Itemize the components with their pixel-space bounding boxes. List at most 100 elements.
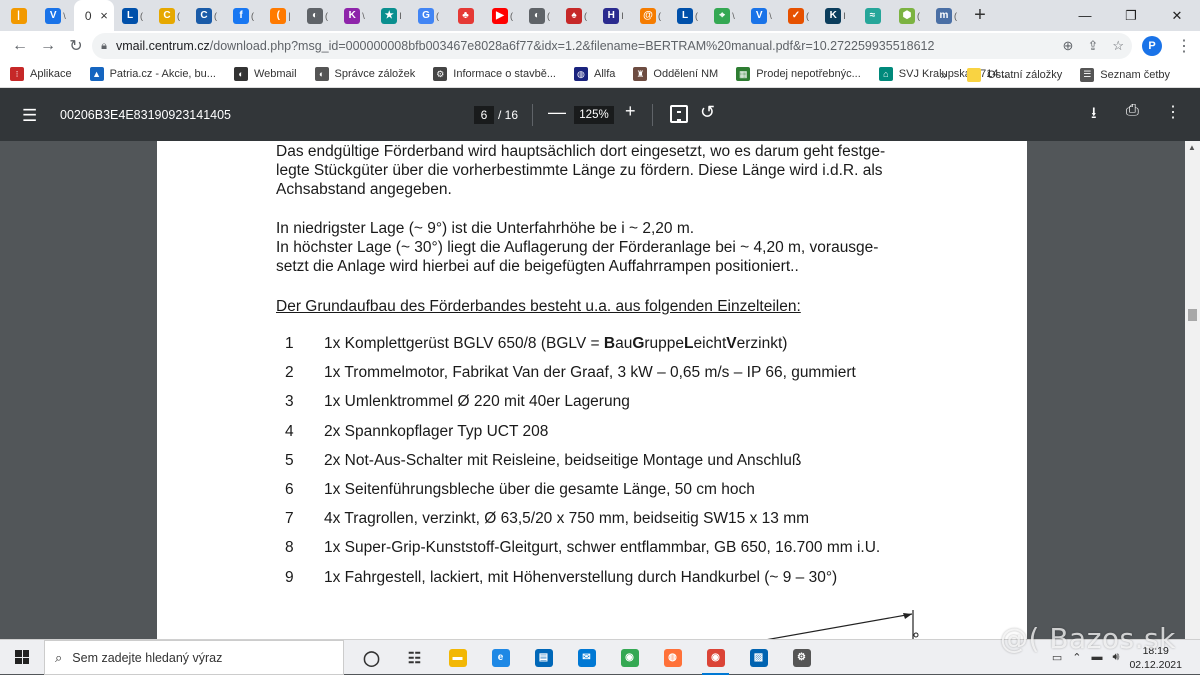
bookmark-star-icon[interactable]: ☆ <box>1112 38 1124 54</box>
bookmark-item[interactable]: ♜ Oddělení NM <box>633 67 718 81</box>
browser-tab[interactable]: ◐( <box>299 0 336 31</box>
forward-button[interactable]: → <box>34 32 62 60</box>
bookmark-item[interactable]: ▦ Prodej nepotřebnýc... <box>736 67 861 81</box>
browser-tab[interactable]: L( <box>669 0 706 31</box>
clock[interactable]: 18:19 02.12.2021 <box>1129 644 1182 672</box>
share-icon[interactable]: ⇪ <box>1087 38 1098 54</box>
bookmark-item[interactable]: ⚙ Informace o stavbě... <box>433 67 556 81</box>
notification-icon[interactable]: ▭ <box>1052 651 1062 664</box>
taskbar-store-button[interactable]: ▤ <box>522 640 565 675</box>
tab-title-fragment: I <box>399 10 402 21</box>
browser-tab[interactable]: ▶( <box>484 0 521 31</box>
browser-tab[interactable]: f( <box>225 0 262 31</box>
taskbar-chrome-button[interactable]: ◉ <box>608 640 651 675</box>
browser-tab[interactable]: ★ I <box>373 0 410 31</box>
taskbar-task-view-button[interactable]: ◯ <box>350 640 393 675</box>
volume-icon[interactable]: 🔊︎ <box>1113 651 1120 664</box>
browser-tab[interactable]: G( <box>410 0 447 31</box>
taskbar-edge-button[interactable]: e <box>479 640 522 675</box>
browser-tab[interactable]: @( <box>632 0 669 31</box>
browser-tab[interactable]: KI <box>817 0 854 31</box>
taskbar-file-explorer-button[interactable]: ▬ <box>436 640 479 675</box>
other-bookmarks-folder[interactable]: Ostatní záložky <box>967 67 1062 82</box>
photos-icon: ▨ <box>749 648 768 667</box>
browser-tab[interactable]: 0 × <box>74 0 114 31</box>
pdf-viewer[interactable]: Das endgültige Förderband wird hauptsäch… <box>0 141 1200 639</box>
page-number-input[interactable]: 6 <box>474 106 494 124</box>
browser-tab[interactable]: V \ <box>37 0 74 31</box>
browser-tab[interactable]: ⬢( <box>891 0 928 31</box>
tab-favicon-icon: 0 <box>84 8 92 23</box>
bookmarks-overflow-icon[interactable]: » <box>940 68 947 82</box>
zoom-icon[interactable]: ⊕ <box>1063 38 1074 54</box>
bookmark-item[interactable]: ◐ Webmail <box>233 67 297 81</box>
zoom-out-button[interactable]: — <box>548 102 566 123</box>
pdf-menu-icon[interactable]: ☰ <box>22 106 37 126</box>
browser-tab[interactable]: (| <box>262 0 299 31</box>
fit-to-page-icon[interactable] <box>670 105 688 123</box>
browser-tab[interactable]: ✓( <box>780 0 817 31</box>
maximize-button[interactable]: ❐ <box>1108 0 1154 31</box>
scroll-up-arrow-icon[interactable]: ▲ <box>1188 143 1196 152</box>
scrollbar-thumb[interactable] <box>1188 309 1197 321</box>
start-button[interactable] <box>0 640 44 675</box>
browser-tab[interactable]: ⌖ \ <box>706 0 743 31</box>
taskbar-mail-button[interactable]: ✉ <box>565 640 608 675</box>
store-icon: ▤ <box>534 648 553 667</box>
tray-expand-icon[interactable]: ⌃ <box>1072 651 1081 664</box>
address-bar[interactable]: 🔒︎ vmail.centrum.cz/download.php?msg_id=… <box>92 33 1132 59</box>
browser-tab[interactable]: ◐( <box>521 0 558 31</box>
zoom-in-button[interactable]: + <box>625 101 636 122</box>
bookmark-item[interactable]: ▲ Patria.cz - Akcie, bu... <box>89 67 216 81</box>
pdf-more-icon[interactable]: ⋮ <box>1165 102 1181 122</box>
taskbar-chrome-profile-button[interactable]: ◉ <box>694 640 737 675</box>
tab-favicon-icon: V <box>751 7 768 24</box>
bookmark-item[interactable]: ⁝ Aplikace <box>10 67 72 81</box>
browser-tab[interactable]: ♠( <box>558 0 595 31</box>
tab-close-icon[interactable]: × <box>100 8 108 23</box>
browser-tab[interactable]: | <box>0 0 37 31</box>
tab-title-fragment: ( <box>806 10 809 21</box>
back-button[interactable]: ← <box>6 32 34 60</box>
browser-tab[interactable]: m( <box>928 0 965 31</box>
browser-tab[interactable]: ♣ <box>447 0 484 31</box>
list-item-text: 1x Super-Grip-Kunststoff-Gleitgurt, schw… <box>324 539 881 557</box>
bookmark-item[interactable]: ◍ Allfa <box>573 67 615 81</box>
battery-icon[interactable]: ▬ <box>1092 651 1103 664</box>
reload-button[interactable]: ↻ <box>62 32 90 60</box>
scrollbar[interactable]: ▲ <box>1185 141 1200 639</box>
new-tab-button[interactable]: + <box>965 0 995 31</box>
browser-tab[interactable]: HI <box>595 0 632 31</box>
browser-tab[interactable]: C( <box>188 0 225 31</box>
browser-tab[interactable]: ≈ <box>854 0 891 31</box>
browser-tab[interactable]: K \ <box>336 0 373 31</box>
taskbar-settings-button[interactable]: ⚙ <box>780 640 823 675</box>
zoom-level-input[interactable]: 125% <box>574 106 614 124</box>
browser-tab[interactable]: V \ <box>743 0 780 31</box>
taskbar-widgets-button[interactable]: ☷ <box>393 640 436 675</box>
bookmark-label: Webmail <box>253 68 297 80</box>
list-item-number: 1 <box>285 335 294 352</box>
taskbar-firefox-button[interactable]: ◍ <box>651 640 694 675</box>
profile-avatar[interactable]: P <box>1142 36 1162 56</box>
taskbar-photos-button[interactable]: ▨ <box>737 640 780 675</box>
print-icon[interactable]: ⎙ <box>1126 102 1139 120</box>
minimize-button[interactable]: — <box>1062 0 1108 31</box>
toolbar-divider <box>532 104 533 126</box>
lock-icon[interactable]: 🔒︎ <box>92 40 116 53</box>
browser-tab[interactable]: L( <box>114 0 151 31</box>
tab-title-fragment: ( <box>917 10 920 21</box>
download-icon[interactable]: ⭳ <box>1091 102 1097 129</box>
list-item-number: 9 <box>285 568 294 586</box>
bookmark-item[interactable]: ◐ Správce záložek <box>314 67 415 81</box>
browser-menu-icon[interactable]: ⋮ <box>1176 36 1192 56</box>
browser-tab[interactable]: C( <box>151 0 188 31</box>
tab-favicon-icon: ▶ <box>492 7 508 24</box>
tab-title-fragment: ( <box>251 10 254 21</box>
rotate-icon[interactable]: ↺ <box>700 102 715 123</box>
clock-date: 02.12.2021 <box>1129 658 1182 671</box>
bookmark-favicon-icon: ⁝ <box>10 67 24 81</box>
reading-list[interactable]: ☰ Seznam četby <box>1080 67 1170 82</box>
close-window-button[interactable]: ✕ <box>1154 0 1200 31</box>
taskbar-search[interactable]: ⌕ Sem zadejte hledaný výraz <box>44 640 344 675</box>
